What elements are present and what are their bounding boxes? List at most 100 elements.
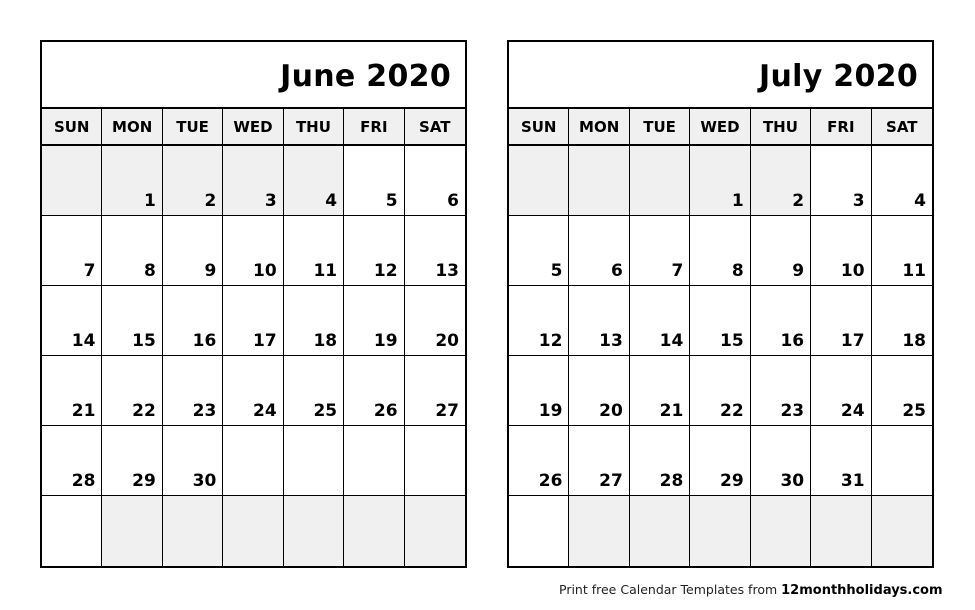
empty-day-cell (404, 426, 465, 496)
day-cell: 22 (102, 356, 163, 426)
month-title: June 2020 (42, 42, 465, 109)
empty-day-cell (404, 496, 465, 566)
weekday-header-wed: WED (223, 109, 284, 146)
day-cell: 16 (750, 286, 812, 356)
empty-day-cell (42, 496, 103, 566)
day-number: 2 (792, 191, 805, 211)
day-number: 31 (840, 471, 865, 491)
calendar-june: June 2020 SUN MON TUE WED THU FRI SAT 1 2 3 4 5 6 7 8 9… (40, 40, 467, 568)
footer-text: Print free Calendar Templates from (559, 582, 782, 597)
empty-day-cell (283, 496, 345, 566)
day-number: 1 (144, 191, 156, 211)
empty-day-cell (283, 426, 345, 496)
weekday-header-fri: FRI (811, 109, 872, 146)
day-cell: 30 (162, 426, 224, 496)
day-cell: 28 (42, 426, 103, 496)
empty-day-cell (871, 496, 932, 566)
day-number: 18 (902, 331, 926, 351)
day-cell: 3 (811, 146, 872, 216)
day-cell: 23 (750, 356, 812, 426)
day-number: 11 (902, 261, 926, 281)
day-cell: 26 (509, 426, 570, 496)
day-number: 16 (192, 331, 217, 351)
day-number: 12 (538, 331, 563, 351)
day-number: 20 (435, 331, 459, 351)
day-number: 16 (780, 331, 805, 351)
day-cell: 1 (102, 146, 163, 216)
empty-day-cell (344, 426, 405, 496)
day-cell: 25 (871, 356, 932, 426)
day-cell: 21 (629, 356, 691, 426)
day-cell: 2 (162, 146, 224, 216)
day-number: 3 (852, 191, 865, 211)
empty-day-cell (569, 146, 630, 216)
day-cell: 29 (690, 426, 751, 496)
day-number: 2 (204, 191, 217, 211)
empty-day-cell (811, 496, 872, 566)
day-number: 28 (659, 471, 684, 491)
empty-day-cell (629, 496, 691, 566)
day-cell: 15 (102, 286, 163, 356)
day-number: 14 (659, 331, 684, 351)
day-number: 6 (447, 191, 459, 211)
empty-day-cell (629, 146, 691, 216)
empty-day-cell (509, 146, 570, 216)
empty-day-cell (42, 146, 103, 216)
weekday-header-sat: SAT (871, 109, 932, 146)
day-number: 25 (313, 401, 338, 421)
day-number: 6 (611, 261, 623, 281)
month-grid: SUN MON TUE WED THU FRI SAT 1 2 3 4 5 6 7 8 9 10 11 12 13 14… (509, 109, 932, 566)
day-cell: 2 (750, 146, 812, 216)
day-cell: 22 (690, 356, 751, 426)
day-cell: 1 (690, 146, 751, 216)
day-number: 28 (71, 471, 96, 491)
empty-day-cell (871, 426, 932, 496)
day-cell: 18 (871, 286, 932, 356)
day-number: 5 (385, 191, 398, 211)
month-grid: SUN MON TUE WED THU FRI SAT 1 2 3 4 5 6 7 8 9 10 11 12 13 14… (42, 109, 465, 566)
day-number: 25 (902, 401, 926, 421)
day-cell: 15 (690, 286, 751, 356)
day-cell: 6 (569, 216, 630, 286)
day-cell: 9 (162, 216, 224, 286)
day-number: 29 (132, 471, 156, 491)
month-title: July 2020 (509, 42, 932, 109)
day-number: 15 (720, 331, 744, 351)
day-cell: 13 (569, 286, 630, 356)
empty-day-cell (223, 496, 284, 566)
weekday-header-tue: TUE (629, 109, 691, 146)
footer-credit: Print free Calendar Templates from 12mon… (559, 582, 943, 598)
day-number: 9 (792, 261, 805, 281)
day-cell: 4 (871, 146, 932, 216)
day-number: 30 (780, 471, 805, 491)
day-number: 8 (731, 261, 744, 281)
day-cell: 16 (162, 286, 224, 356)
day-cell: 31 (811, 426, 872, 496)
day-cell: 29 (102, 426, 163, 496)
weekday-header-thu: THU (750, 109, 812, 146)
empty-day-cell (102, 496, 163, 566)
day-number: 17 (253, 331, 277, 351)
day-cell: 4 (283, 146, 345, 216)
day-number: 21 (659, 401, 684, 421)
day-cell: 19 (344, 286, 405, 356)
footer-site-link[interactable]: 12monthholidays.com (781, 583, 942, 598)
day-cell: 11 (871, 216, 932, 286)
day-number: 20 (599, 401, 623, 421)
day-cell: 8 (102, 216, 163, 286)
day-number: 26 (538, 471, 563, 491)
day-cell: 10 (223, 216, 284, 286)
day-number: 15 (132, 331, 156, 351)
day-cell: 14 (629, 286, 691, 356)
day-cell: 30 (750, 426, 812, 496)
empty-day-cell (344, 496, 405, 566)
day-cell: 27 (569, 426, 630, 496)
day-cell: 12 (344, 216, 405, 286)
day-number: 11 (313, 261, 338, 281)
day-cell: 6 (404, 146, 465, 216)
day-number: 26 (373, 401, 398, 421)
day-cell: 8 (690, 216, 751, 286)
day-cell: 9 (750, 216, 812, 286)
day-number: 30 (192, 471, 217, 491)
day-cell: 7 (629, 216, 691, 286)
